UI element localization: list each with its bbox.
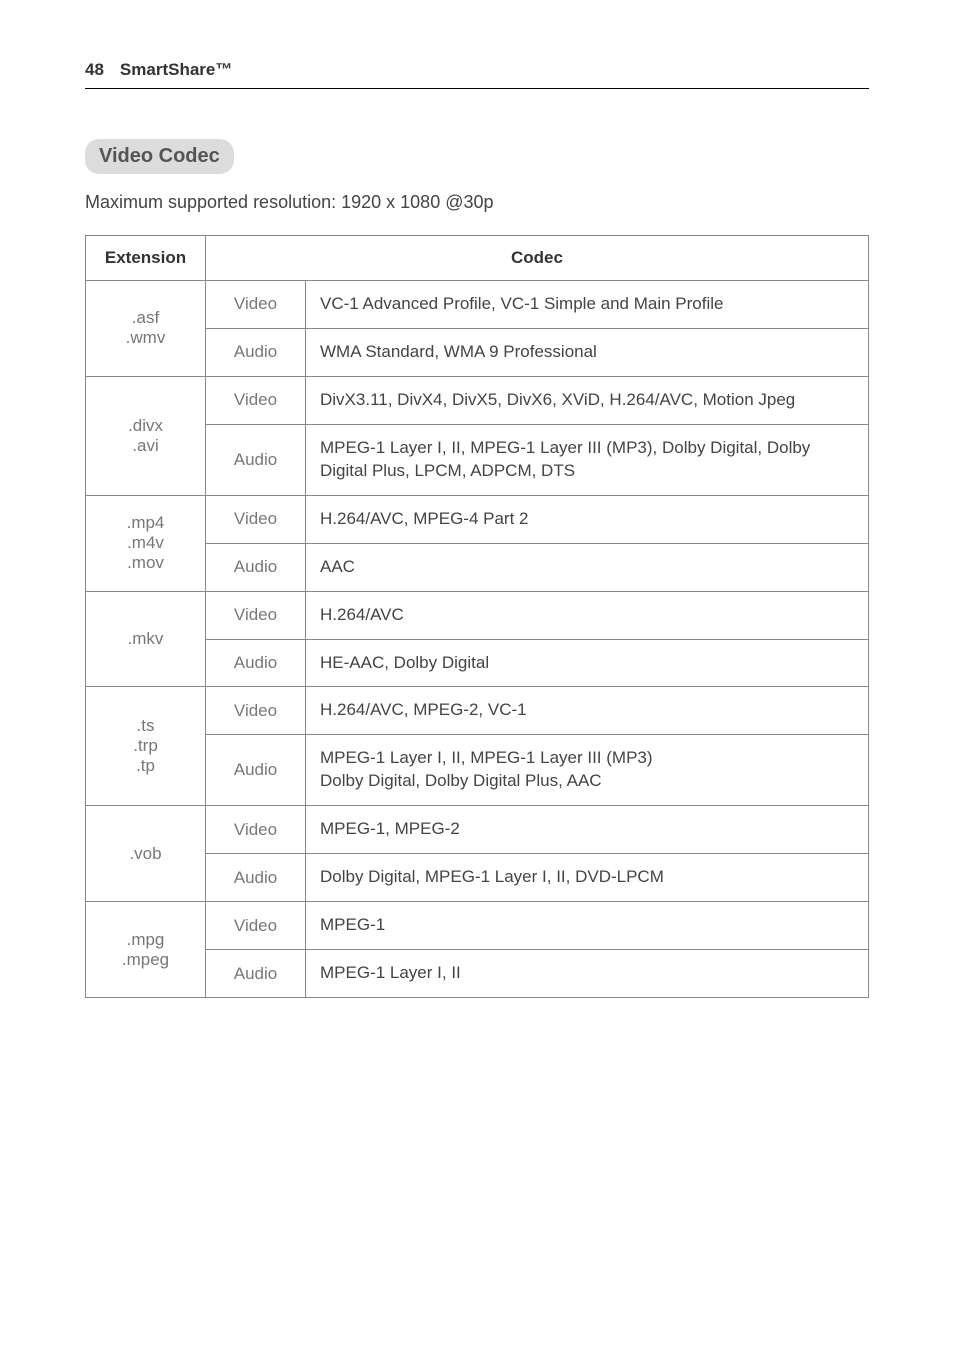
codec-cell: AAC — [306, 543, 869, 591]
codec-cell: H.264/AVC — [306, 591, 869, 639]
type-cell: Video — [206, 495, 306, 543]
codec-cell: H.264/AVC, MPEG-4 Part 2 — [306, 495, 869, 543]
table-row: .divx.aviVideoDivX3.11, DivX4, DivX5, Di… — [86, 376, 869, 424]
codec-cell: Dolby Digital, MPEG-1 Layer I, II, DVD-L… — [306, 854, 869, 902]
section-name: SmartShare™ — [120, 60, 232, 80]
type-cell: Video — [206, 806, 306, 854]
video-codec-title: Video Codec — [85, 139, 234, 174]
codec-cell: MPEG-1 Layer I, II, MPEG-1 Layer III (MP… — [306, 735, 869, 806]
type-cell: Video — [206, 281, 306, 329]
page-number: 48 — [85, 60, 104, 80]
extension-cell: .vob — [86, 806, 206, 902]
table-row: .vobVideoMPEG-1, MPEG-2 — [86, 806, 869, 854]
table-row: .ts.trp.tpVideoH.264/AVC, MPEG-2, VC-1 — [86, 687, 869, 735]
header-line: 48 SmartShare™ — [85, 60, 869, 80]
extension-cell: .mpg.mpeg — [86, 902, 206, 998]
table-header-row: Extension Codec — [86, 236, 869, 281]
type-cell: Video — [206, 591, 306, 639]
type-cell: Video — [206, 376, 306, 424]
codec-cell: VC-1 Advanced Profile, VC-1 Simple and M… — [306, 281, 869, 329]
codec-cell: WMA Standard, WMA 9 Professional — [306, 328, 869, 376]
header-codec: Codec — [206, 236, 869, 281]
codec-table: Extension Codec .asf.wmvVideoVC-1 Advanc… — [85, 235, 869, 998]
extension-cell: .ts.trp.tp — [86, 687, 206, 806]
codec-cell: DivX3.11, DivX4, DivX5, DivX6, XViD, H.2… — [306, 376, 869, 424]
type-cell: Audio — [206, 735, 306, 806]
codec-cell: H.264/AVC, MPEG-2, VC-1 — [306, 687, 869, 735]
type-cell: Audio — [206, 854, 306, 902]
extension-cell: .divx.avi — [86, 376, 206, 495]
table-row: .asf.wmvVideoVC-1 Advanced Profile, VC-1… — [86, 281, 869, 329]
table-row: .mkvVideoH.264/AVC — [86, 591, 869, 639]
page-header: 48 SmartShare™ — [85, 60, 869, 89]
type-cell: Audio — [206, 950, 306, 998]
type-cell: Video — [206, 687, 306, 735]
type-cell: Audio — [206, 328, 306, 376]
table-row: .mpg.mpegVideoMPEG-1 — [86, 902, 869, 950]
codec-cell: MPEG-1 Layer I, II — [306, 950, 869, 998]
table-row: .mp4.m4v.movVideoH.264/AVC, MPEG-4 Part … — [86, 495, 869, 543]
type-cell: Video — [206, 902, 306, 950]
extension-cell: .mp4.m4v.mov — [86, 495, 206, 591]
header-extension: Extension — [86, 236, 206, 281]
resolution-subtitle: Maximum supported resolution: 1920 x 108… — [85, 192, 869, 213]
codec-cell: HE-AAC, Dolby Digital — [306, 639, 869, 687]
type-cell: Audio — [206, 543, 306, 591]
extension-cell: .mkv — [86, 591, 206, 687]
codec-cell: MPEG-1 — [306, 902, 869, 950]
type-cell: Audio — [206, 639, 306, 687]
codec-cell: MPEG-1 Layer I, II, MPEG-1 Layer III (MP… — [306, 424, 869, 495]
extension-cell: .asf.wmv — [86, 281, 206, 377]
type-cell: Audio — [206, 424, 306, 495]
codec-cell: MPEG-1, MPEG-2 — [306, 806, 869, 854]
